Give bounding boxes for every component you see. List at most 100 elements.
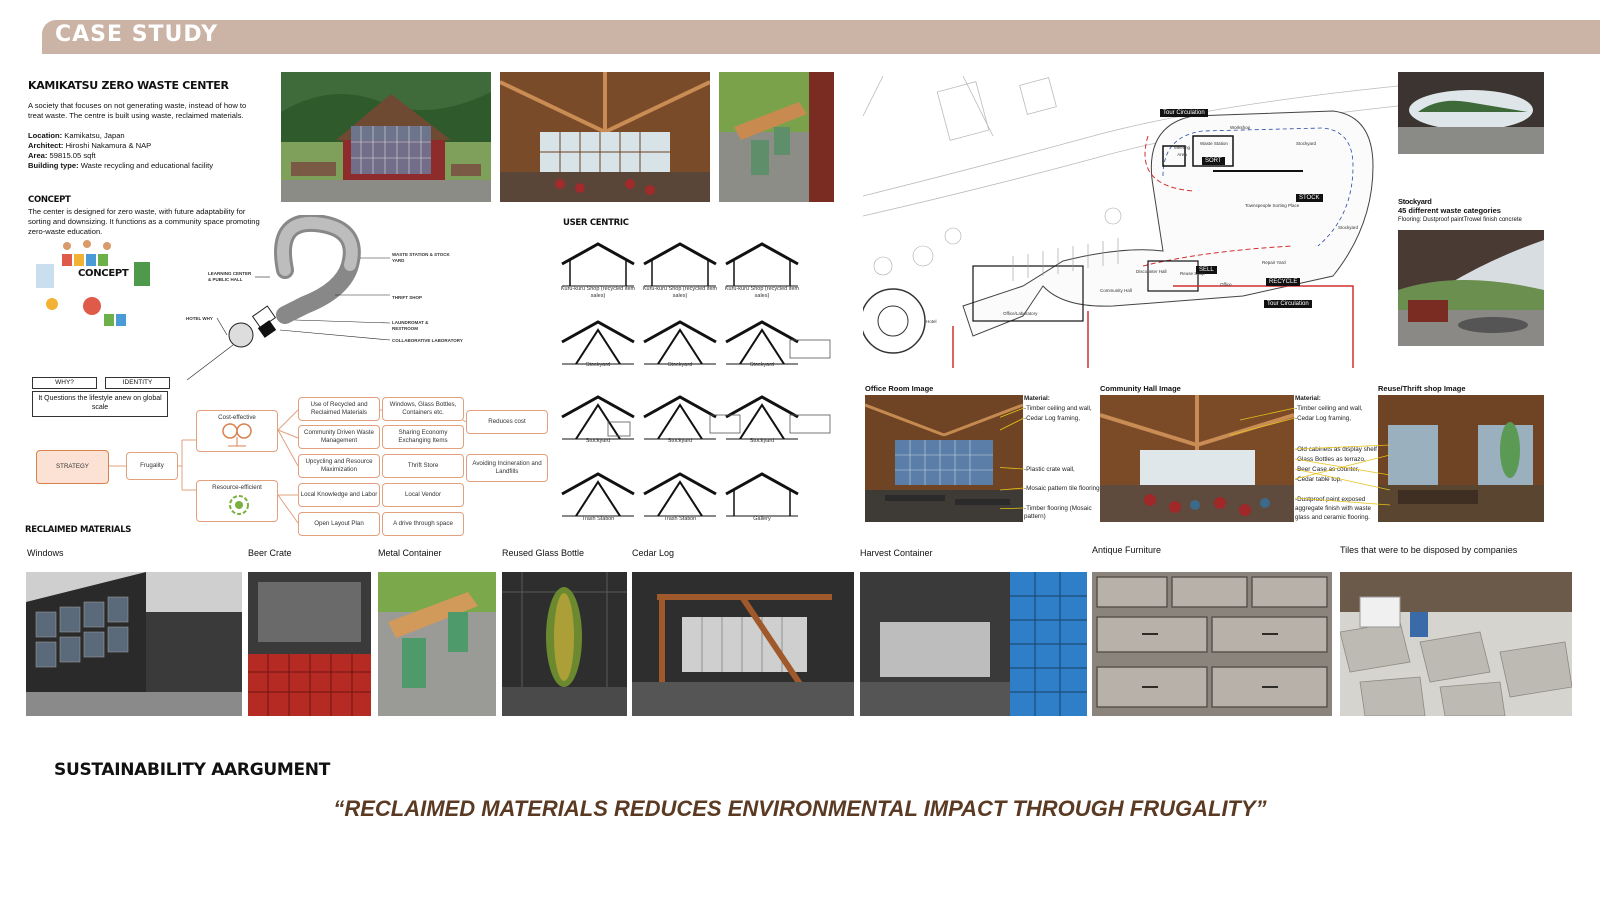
stockyard-aerial-photo [1398,72,1544,154]
hut-label-7: Stockyard [585,438,611,444]
plan-label-discounter: Discounter Hall [1136,269,1167,274]
metal-container-photo [378,572,496,716]
plan-tag-recycle: RECYCLE [1266,278,1301,286]
stockyard-note: Flooring: Dustproof paintTrowel finish c… [1398,217,1522,223]
material-caption-harvest-container: Harvest Container [860,548,933,558]
hut-label-8: Stockyard [667,438,693,444]
plan-tag-sort: SORT [1202,157,1225,165]
plan-label-sorting: Townspeople Sorting Place [1245,203,1300,208]
concept-badge: CONCEPT [78,268,129,279]
cedar-log-photo [632,572,854,716]
label-hotel-why: HOTEL WHY [186,316,213,321]
page-title: CASE STUDY [55,22,219,47]
cost-effective-label: Cost-effective [218,414,256,421]
label-learning-center: LEARNING CENTER & PUBLIC HALL [208,271,252,282]
label-laboratory: COLLABORATIVE LABORATORY [392,338,463,343]
glass-bottle-photo [502,572,627,716]
label-laundromat: LAUNDROMAT & RESTROOM [392,320,429,331]
material-leader-lines [1000,407,1390,510]
recycle-gear-icon [225,492,253,523]
fact-building-type: Building type: Waste recycling and educa… [28,161,214,170]
material-caption-windows: Windows [27,548,64,558]
project-title: KAMIKATSU ZERO WASTE CENTER [28,79,229,92]
plan-label-workshop: Workshop [1230,125,1251,130]
plan-label-hotel: Hotel [926,319,937,324]
hut-label-12: Gallery [753,516,771,522]
header-banner [42,20,1600,54]
material-caption-beer-crate: Beer Crate [248,548,292,558]
beer-crate-photo [248,572,371,716]
fact-location: Location: Kamikatsu, Japan [28,131,125,140]
concept-illustration [32,234,160,329]
interior-hall-photo [500,72,710,202]
user-centric-heading: USER CENTRIC [563,218,629,228]
strategy-detail-3: Thrift Store [382,454,464,478]
site-plan [863,76,1398,376]
harvest-container-photo [860,572,1087,716]
material-caption-antique-furniture: Antique Furniture [1092,545,1162,555]
material-caption-tiles: Tiles that were to be disposed by compan… [1340,545,1518,555]
stockyard-subtitle: 45 different waste categories [1398,206,1501,215]
reuse-image-title: Reuse/Thrift shop Image [1378,384,1466,393]
strategy-item-4: Local Knowledge and Labor [298,483,380,507]
frugality-node: Frugality [126,452,178,480]
outcome-reduces-cost: Reduces cost [466,410,548,434]
plan-label-office: Office [1220,282,1232,287]
identity-box: IDENTITY [105,377,170,389]
strategy-item-1: Use of Recycled and Reclaimed Materials [298,397,380,421]
strategy-item-2: Community Driven Waste Management [298,425,380,449]
hut-label-9: Stockyard [749,438,775,444]
material-caption-cedar-log: Cedar Log [632,548,675,558]
project-facts: Location: Kamikatsu, Japan Architect: Hi… [28,131,268,171]
plan-tag-stock: STOCK [1296,194,1323,202]
hall-image-title: Community Hall Image [1100,384,1181,393]
concept-heading: CONCEPT [28,195,71,205]
exterior-photo [281,72,491,202]
user-centric-grid [560,240,850,540]
hut-label-5: Stockyard [667,362,693,368]
material-caption-metal-container: Metal Container [378,548,442,558]
plan-label-stockyard-2: Stockyard [1338,225,1359,230]
hut-label-10: Trash Station [581,516,615,522]
hut-label-1: Kuru-kuru Shop (recycled item sales) [560,286,636,299]
coins-icon [220,422,254,453]
plan-tag-tour-2: Tour Circulation [1264,300,1312,308]
fact-area: Area: 59815.05 sqft [28,151,96,160]
plan-label-meeting: Meeting Area [1173,145,1190,157]
material-caption-glass-bottle: Reused Glass Bottle [502,548,585,558]
hut-label-11: Trash Station [663,516,697,522]
strategy-detail-4: Local Vendor [382,483,464,507]
project-description: A society that focuses on not generating… [28,101,247,120]
label-thrift-shop: THRIFT SHOP [392,295,422,300]
sustainability-heading: SUSTAINABILITY AARGUMENT [54,760,331,780]
tiles-photo [1340,572,1572,716]
label-waste-station: WASTE STATION & STOCK YARD [392,252,450,263]
why-box: WHY? [32,377,97,389]
strategy-node: STRATEGY [36,450,109,484]
sustainability-quote: “RECLAIMED MATERIALS REDUCES ENVIRONMENT… [333,796,1267,821]
strategy-detail-5: A drive through space [382,512,464,536]
reuse-photo [1378,395,1544,522]
plan-label-repair: Repair Yard [1262,260,1286,265]
plan-label-stockyard-1: Stockyard [1296,141,1317,146]
strategy-item-3: Upcycling and Resource Maximization [298,454,380,478]
hut-label-2: Kuru-kuru Shop (recycled item sales) [642,286,718,299]
plan-label-reuse-shop: Reuse Shop [1180,271,1205,276]
bench-photo [719,72,834,202]
plan-tag-tour-1: Tour Circulation [1160,109,1208,117]
fact-architect: Architect: Hiroshi Nakamura & NAP [28,141,152,150]
stockyard-canopy-photo [1398,230,1544,346]
stockyard-title: Stockyard [1398,197,1432,206]
strategy-detail-1: Windows, Glass Bottles, Containers etc. [382,397,464,421]
plan-label-office-lab: Office/Laboratory [1003,311,1038,316]
plan-label-waste-station: Waste Station [1200,141,1228,146]
office-image-title: Office Room Image [865,384,934,393]
hut-label-6: Stockyard [749,362,775,368]
antique-furniture-photo [1092,572,1332,716]
resource-efficient-label: Resource-efficient [212,484,262,491]
outcome-avoid-landfill: Avoiding Incineration and Landfills [466,454,548,482]
strategy-detail-2: Sharing Economy Exchanging Items [382,425,464,449]
hut-label-3: Kuru-kuru Shop (recycled item sales) [724,286,800,299]
reclaimed-heading: RECLAIMED MATERIALS [25,525,132,535]
strategy-item-5: Open Layout Plan [298,512,380,536]
